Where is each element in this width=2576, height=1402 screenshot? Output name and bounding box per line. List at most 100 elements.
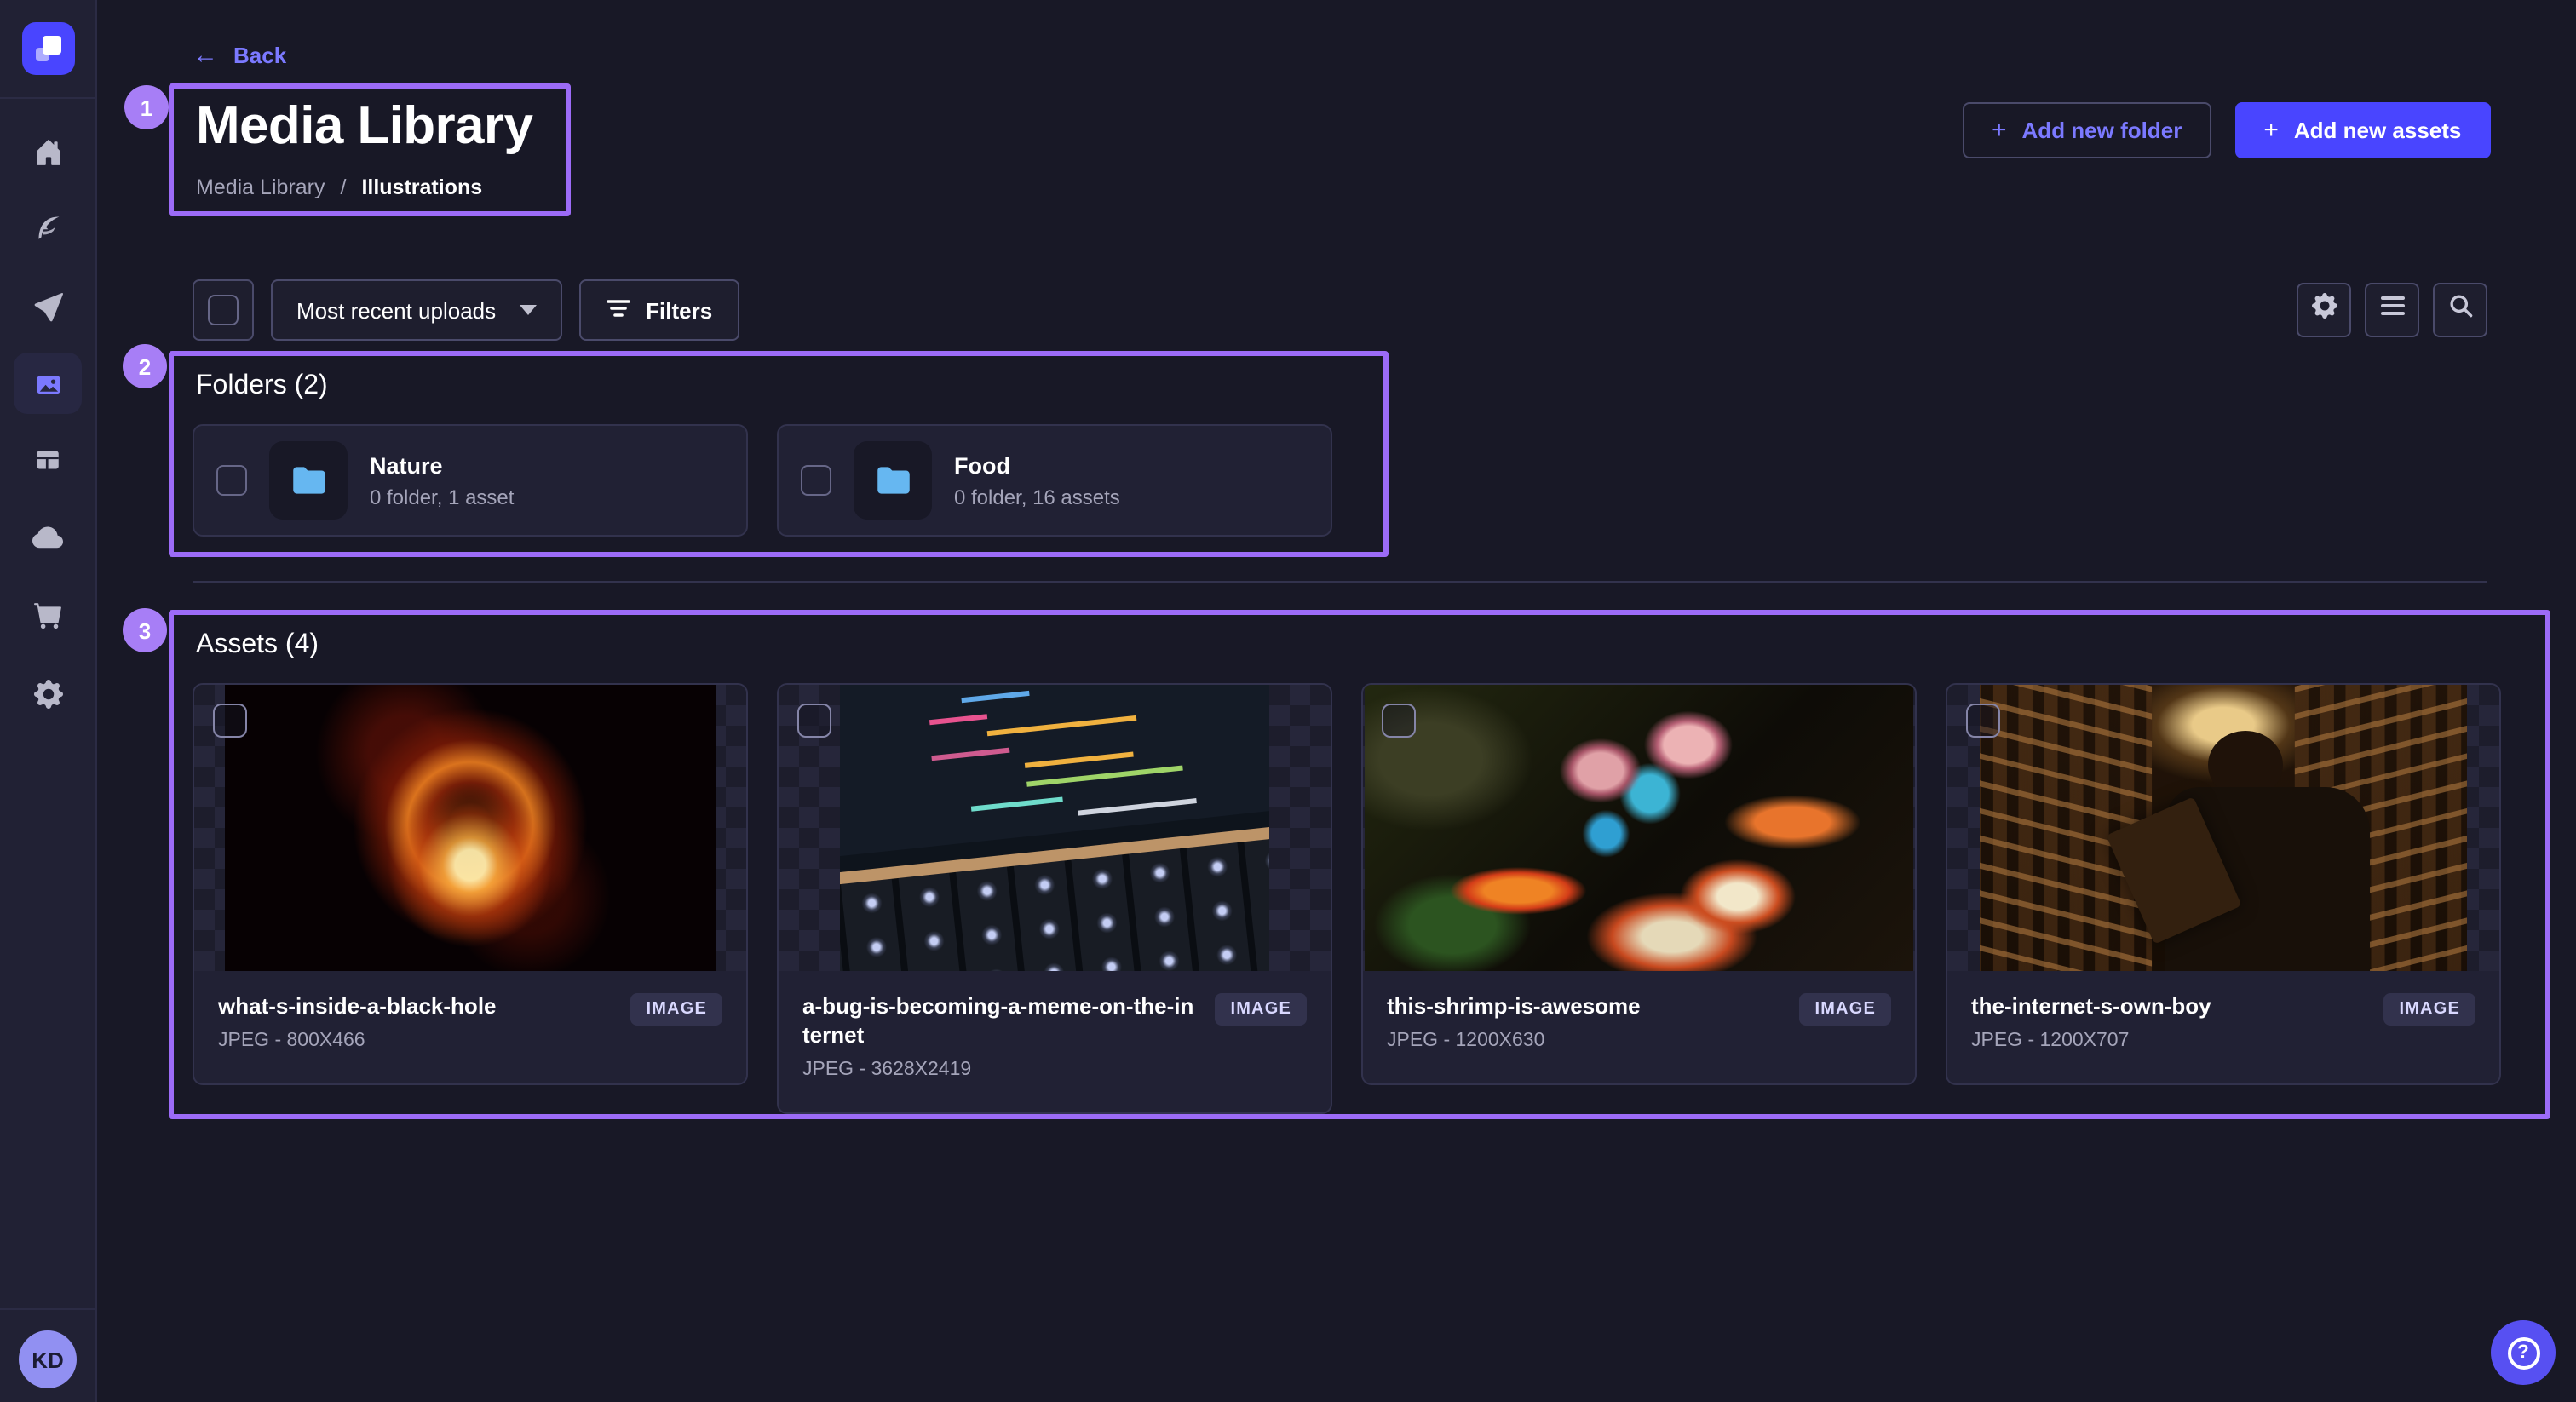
toolbar-left: Most recent uploads Filters [193, 279, 739, 341]
cloud-icon [32, 523, 63, 554]
asset-meta: JPEG - 1200X707 [1971, 1031, 2366, 1051]
sidebar-item-marketplace[interactable] [14, 584, 82, 646]
asset-grid: what-s-inside-a-black-hole JPEG - 800X46… [193, 683, 2501, 1114]
back-link[interactable]: ← Back [193, 43, 286, 68]
view-settings-button[interactable] [2297, 283, 2351, 337]
select-all-checkbox-button[interactable] [193, 279, 254, 341]
paper-plane-icon [33, 292, 62, 321]
list-view-button[interactable] [2365, 283, 2419, 337]
sidebar-item-media-library[interactable] [14, 353, 82, 414]
asset-card[interactable]: the-internet-s-own-boy JPEG - 1200X707 I… [1946, 683, 2501, 1085]
list-icon [2379, 295, 2405, 325]
plus-icon: + [2263, 117, 2279, 142]
asset-checkbox[interactable] [797, 704, 831, 738]
sidebar-item-content-type-builder[interactable] [14, 429, 82, 491]
gear-icon [2311, 293, 2337, 327]
user-avatar[interactable]: KD [19, 1330, 77, 1388]
black-hole-photo [225, 685, 716, 971]
asset-checkbox[interactable] [1382, 704, 1416, 738]
filter-icon [607, 297, 630, 323]
folder-icon-box [854, 441, 932, 520]
asset-footer: this-shrimp-is-awesome JPEG - 1200X630 I… [1363, 971, 1915, 1083]
arrow-left-icon: ← [193, 43, 218, 68]
sidebar-divider [0, 97, 97, 99]
breadcrumb-parent[interactable]: Media Library [196, 175, 325, 199]
home-icon [33, 137, 62, 166]
asset-thumbnail[interactable] [194, 685, 746, 971]
folder-checkbox[interactable] [216, 465, 247, 496]
folders-heading: Folders (2) [196, 371, 328, 402]
folder-checkbox[interactable] [801, 465, 831, 496]
asset-checkbox[interactable] [213, 704, 247, 738]
asset-checkbox[interactable] [1966, 704, 2000, 738]
add-new-folder-button[interactable]: + Add new folder [1963, 102, 2211, 158]
header-actions: + Add new folder + Add new assets [1963, 102, 2490, 158]
folder-name: Nature [370, 452, 514, 478]
strapi-logo[interactable] [22, 22, 75, 75]
folder-card-nature[interactable]: Nature 0 folder, 1 asset [193, 424, 748, 537]
breadcrumb-current: Illustrations [361, 175, 482, 199]
asset-name: the-internet-s-own-boy [1971, 993, 2366, 1022]
asset-type-badge: IMAGE [1215, 993, 1307, 1026]
page-title: Media Library [196, 95, 532, 157]
asset-thumbnail[interactable] [1947, 685, 2499, 971]
sidebar-divider [0, 1308, 97, 1310]
sidebar-item-deploy[interactable] [14, 508, 82, 569]
asset-card[interactable]: this-shrimp-is-awesome JPEG - 1200X630 I… [1361, 683, 1917, 1085]
annotation-marker-2: 2 [123, 344, 167, 388]
filters-button[interactable]: Filters [579, 279, 739, 341]
select-all-checkbox[interactable] [208, 295, 239, 325]
plus-icon: + [1992, 117, 2007, 142]
folder-card-food[interactable]: Food 0 folder, 16 assets [777, 424, 1332, 537]
asset-meta: JPEG - 1200X630 [1387, 1031, 1782, 1051]
sidebar-item-releases[interactable] [14, 276, 82, 337]
asset-name: what-s-inside-a-black-hole [218, 993, 613, 1022]
sidebar-item-settings[interactable] [14, 663, 82, 724]
search-button[interactable] [2433, 283, 2487, 337]
asset-meta: JPEG - 800X466 [218, 1031, 613, 1051]
toolbar: Most recent uploads Filters [193, 279, 2487, 341]
asset-footer: what-s-inside-a-black-hole JPEG - 800X46… [194, 971, 746, 1083]
strapi-logo-icon [36, 36, 61, 61]
layout-icon [32, 445, 63, 475]
help-button[interactable]: ? [2491, 1320, 2556, 1385]
asset-type-badge: IMAGE [2383, 993, 2475, 1026]
sidebar: KD [0, 0, 97, 1402]
media-library-icon [32, 367, 64, 399]
asset-type-badge: IMAGE [1799, 993, 1891, 1026]
toolbar-right [2297, 283, 2487, 337]
add-new-assets-button[interactable]: + Add new assets [2234, 102, 2490, 158]
asset-meta: JPEG - 3628X2419 [802, 1060, 1198, 1080]
folder-meta: 0 folder, 1 asset [370, 485, 514, 509]
feather-icon [32, 213, 63, 244]
asset-card[interactable]: a-bug-is-becoming-a-meme-on-the-internet… [777, 683, 1332, 1114]
asset-card[interactable]: what-s-inside-a-black-hole JPEG - 800X46… [193, 683, 748, 1085]
question-icon: ? [2507, 1336, 2539, 1369]
asset-type-badge: IMAGE [630, 993, 722, 1026]
mantis-shrimp-photo [1365, 685, 1913, 971]
asset-thumbnail[interactable] [1363, 685, 1915, 971]
asset-thumbnail[interactable] [779, 685, 1331, 971]
laptop-code-photo [840, 685, 1269, 971]
chevron-down-icon [520, 305, 537, 315]
folder-icon [871, 459, 914, 502]
library-portrait-photo [1980, 685, 2467, 971]
sort-select[interactable]: Most recent uploads [271, 279, 562, 341]
annotation-marker-3: 3 [123, 608, 167, 652]
cart-icon [33, 600, 62, 629]
annotation-marker-1: 1 [124, 85, 169, 129]
section-divider [193, 581, 2487, 583]
gear-icon [33, 679, 62, 708]
sidebar-item-home[interactable] [14, 121, 82, 182]
media-library-page: KD ← Back Media Library Media Library / … [0, 0, 2576, 1402]
folder-texts: Nature 0 folder, 1 asset [370, 452, 514, 509]
sidebar-item-content-manager[interactable] [14, 198, 82, 259]
folder-icon-box [269, 441, 348, 520]
asset-footer: the-internet-s-own-boy JPEG - 1200X707 I… [1947, 971, 2499, 1083]
asset-name: this-shrimp-is-awesome [1387, 993, 1782, 1022]
breadcrumb-separator: / [340, 175, 346, 199]
search-icon [2447, 293, 2473, 327]
sort-select-value: Most recent uploads [296, 297, 496, 323]
asset-footer: a-bug-is-becoming-a-meme-on-the-internet… [779, 971, 1331, 1112]
folder-grid: Nature 0 folder, 1 asset Food 0 folder, … [193, 424, 1332, 537]
